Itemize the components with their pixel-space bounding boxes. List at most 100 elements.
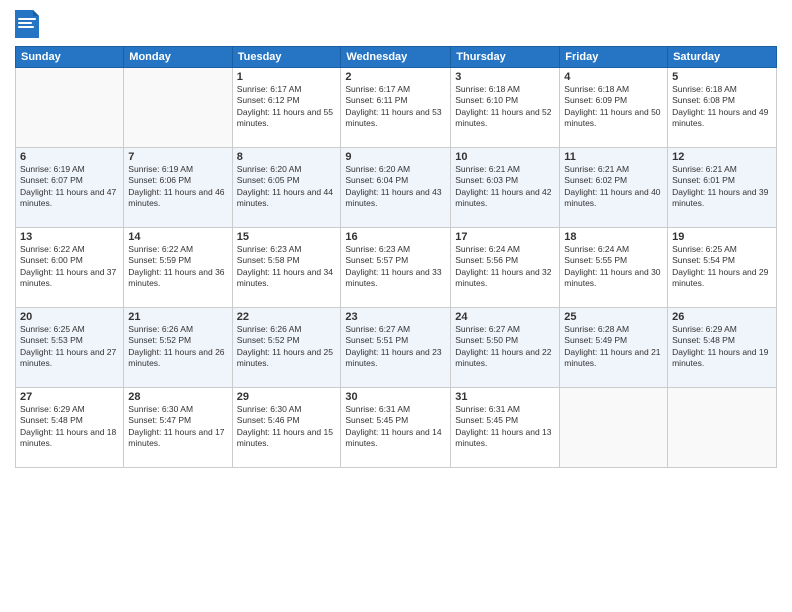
day-number: 11 (564, 151, 663, 163)
day-info: Sunrise: 6:22 AM Sunset: 6:00 PM Dayligh… (20, 244, 119, 290)
weekday-header-thursday: Thursday (451, 47, 560, 68)
day-number: 29 (237, 391, 337, 403)
day-info: Sunrise: 6:28 AM Sunset: 5:49 PM Dayligh… (564, 324, 663, 370)
day-number: 3 (455, 71, 555, 83)
day-cell: 28Sunrise: 6:30 AM Sunset: 5:47 PM Dayli… (124, 388, 232, 468)
day-cell: 11Sunrise: 6:21 AM Sunset: 6:02 PM Dayli… (560, 148, 668, 228)
header (15, 10, 777, 38)
weekday-header-saturday: Saturday (668, 47, 777, 68)
day-cell (124, 68, 232, 148)
calendar-table: SundayMondayTuesdayWednesdayThursdayFrid… (15, 46, 777, 468)
day-number: 5 (672, 71, 772, 83)
day-cell: 19Sunrise: 6:25 AM Sunset: 5:54 PM Dayli… (668, 228, 777, 308)
weekday-header-wednesday: Wednesday (341, 47, 451, 68)
day-number: 14 (128, 231, 227, 243)
day-number: 16 (345, 231, 446, 243)
day-number: 9 (345, 151, 446, 163)
week-row-2: 6Sunrise: 6:19 AM Sunset: 6:07 PM Daylig… (16, 148, 777, 228)
day-info: Sunrise: 6:29 AM Sunset: 5:48 PM Dayligh… (672, 324, 772, 370)
day-number: 21 (128, 311, 227, 323)
day-info: Sunrise: 6:21 AM Sunset: 6:01 PM Dayligh… (672, 164, 772, 210)
day-cell: 4Sunrise: 6:18 AM Sunset: 6:09 PM Daylig… (560, 68, 668, 148)
day-cell: 1Sunrise: 6:17 AM Sunset: 6:12 PM Daylig… (232, 68, 341, 148)
week-row-3: 13Sunrise: 6:22 AM Sunset: 6:00 PM Dayli… (16, 228, 777, 308)
day-info: Sunrise: 6:27 AM Sunset: 5:50 PM Dayligh… (455, 324, 555, 370)
day-info: Sunrise: 6:26 AM Sunset: 5:52 PM Dayligh… (128, 324, 227, 370)
week-row-5: 27Sunrise: 6:29 AM Sunset: 5:48 PM Dayli… (16, 388, 777, 468)
day-number: 28 (128, 391, 227, 403)
day-number: 24 (455, 311, 555, 323)
day-info: Sunrise: 6:24 AM Sunset: 5:55 PM Dayligh… (564, 244, 663, 290)
week-row-1: 1Sunrise: 6:17 AM Sunset: 6:12 PM Daylig… (16, 68, 777, 148)
day-info: Sunrise: 6:17 AM Sunset: 6:11 PM Dayligh… (345, 84, 446, 130)
day-info: Sunrise: 6:22 AM Sunset: 5:59 PM Dayligh… (128, 244, 227, 290)
day-info: Sunrise: 6:19 AM Sunset: 6:07 PM Dayligh… (20, 164, 119, 210)
weekday-header-tuesday: Tuesday (232, 47, 341, 68)
day-cell: 3Sunrise: 6:18 AM Sunset: 6:10 PM Daylig… (451, 68, 560, 148)
day-cell: 21Sunrise: 6:26 AM Sunset: 5:52 PM Dayli… (124, 308, 232, 388)
day-cell: 26Sunrise: 6:29 AM Sunset: 5:48 PM Dayli… (668, 308, 777, 388)
logo-icon (15, 10, 39, 38)
day-info: Sunrise: 6:18 AM Sunset: 6:08 PM Dayligh… (672, 84, 772, 130)
day-cell (16, 68, 124, 148)
day-number: 17 (455, 231, 555, 243)
day-cell: 22Sunrise: 6:26 AM Sunset: 5:52 PM Dayli… (232, 308, 341, 388)
day-cell: 24Sunrise: 6:27 AM Sunset: 5:50 PM Dayli… (451, 308, 560, 388)
day-number: 18 (564, 231, 663, 243)
logo (15, 10, 43, 38)
day-cell: 5Sunrise: 6:18 AM Sunset: 6:08 PM Daylig… (668, 68, 777, 148)
day-info: Sunrise: 6:17 AM Sunset: 6:12 PM Dayligh… (237, 84, 337, 130)
day-info: Sunrise: 6:31 AM Sunset: 5:45 PM Dayligh… (455, 404, 555, 450)
day-info: Sunrise: 6:25 AM Sunset: 5:53 PM Dayligh… (20, 324, 119, 370)
day-info: Sunrise: 6:20 AM Sunset: 6:05 PM Dayligh… (237, 164, 337, 210)
week-row-4: 20Sunrise: 6:25 AM Sunset: 5:53 PM Dayli… (16, 308, 777, 388)
day-cell: 10Sunrise: 6:21 AM Sunset: 6:03 PM Dayli… (451, 148, 560, 228)
day-cell: 2Sunrise: 6:17 AM Sunset: 6:11 PM Daylig… (341, 68, 451, 148)
day-info: Sunrise: 6:25 AM Sunset: 5:54 PM Dayligh… (672, 244, 772, 290)
day-info: Sunrise: 6:23 AM Sunset: 5:58 PM Dayligh… (237, 244, 337, 290)
day-cell: 12Sunrise: 6:21 AM Sunset: 6:01 PM Dayli… (668, 148, 777, 228)
day-info: Sunrise: 6:26 AM Sunset: 5:52 PM Dayligh… (237, 324, 337, 370)
day-info: Sunrise: 6:18 AM Sunset: 6:10 PM Dayligh… (455, 84, 555, 130)
day-info: Sunrise: 6:24 AM Sunset: 5:56 PM Dayligh… (455, 244, 555, 290)
day-number: 22 (237, 311, 337, 323)
weekday-header-friday: Friday (560, 47, 668, 68)
day-number: 19 (672, 231, 772, 243)
day-number: 23 (345, 311, 446, 323)
day-info: Sunrise: 6:30 AM Sunset: 5:46 PM Dayligh… (237, 404, 337, 450)
day-number: 13 (20, 231, 119, 243)
day-cell: 13Sunrise: 6:22 AM Sunset: 6:00 PM Dayli… (16, 228, 124, 308)
day-number: 27 (20, 391, 119, 403)
day-info: Sunrise: 6:23 AM Sunset: 5:57 PM Dayligh… (345, 244, 446, 290)
day-cell (668, 388, 777, 468)
day-info: Sunrise: 6:20 AM Sunset: 6:04 PM Dayligh… (345, 164, 446, 210)
day-info: Sunrise: 6:31 AM Sunset: 5:45 PM Dayligh… (345, 404, 446, 450)
day-number: 2 (345, 71, 446, 83)
page: SundayMondayTuesdayWednesdayThursdayFrid… (0, 0, 792, 612)
day-cell: 8Sunrise: 6:20 AM Sunset: 6:05 PM Daylig… (232, 148, 341, 228)
day-cell: 20Sunrise: 6:25 AM Sunset: 5:53 PM Dayli… (16, 308, 124, 388)
day-cell: 17Sunrise: 6:24 AM Sunset: 5:56 PM Dayli… (451, 228, 560, 308)
day-cell (560, 388, 668, 468)
day-info: Sunrise: 6:19 AM Sunset: 6:06 PM Dayligh… (128, 164, 227, 210)
day-cell: 27Sunrise: 6:29 AM Sunset: 5:48 PM Dayli… (16, 388, 124, 468)
day-info: Sunrise: 6:29 AM Sunset: 5:48 PM Dayligh… (20, 404, 119, 450)
day-cell: 29Sunrise: 6:30 AM Sunset: 5:46 PM Dayli… (232, 388, 341, 468)
day-info: Sunrise: 6:27 AM Sunset: 5:51 PM Dayligh… (345, 324, 446, 370)
day-cell: 9Sunrise: 6:20 AM Sunset: 6:04 PM Daylig… (341, 148, 451, 228)
day-number: 31 (455, 391, 555, 403)
day-info: Sunrise: 6:30 AM Sunset: 5:47 PM Dayligh… (128, 404, 227, 450)
day-info: Sunrise: 6:18 AM Sunset: 6:09 PM Dayligh… (564, 84, 663, 130)
day-number: 26 (672, 311, 772, 323)
day-cell: 7Sunrise: 6:19 AM Sunset: 6:06 PM Daylig… (124, 148, 232, 228)
day-cell: 23Sunrise: 6:27 AM Sunset: 5:51 PM Dayli… (341, 308, 451, 388)
weekday-header-sunday: Sunday (16, 47, 124, 68)
day-number: 7 (128, 151, 227, 163)
day-cell: 25Sunrise: 6:28 AM Sunset: 5:49 PM Dayli… (560, 308, 668, 388)
day-cell: 6Sunrise: 6:19 AM Sunset: 6:07 PM Daylig… (16, 148, 124, 228)
day-number: 30 (345, 391, 446, 403)
day-number: 20 (20, 311, 119, 323)
day-number: 10 (455, 151, 555, 163)
day-cell: 15Sunrise: 6:23 AM Sunset: 5:58 PM Dayli… (232, 228, 341, 308)
weekday-header-monday: Monday (124, 47, 232, 68)
